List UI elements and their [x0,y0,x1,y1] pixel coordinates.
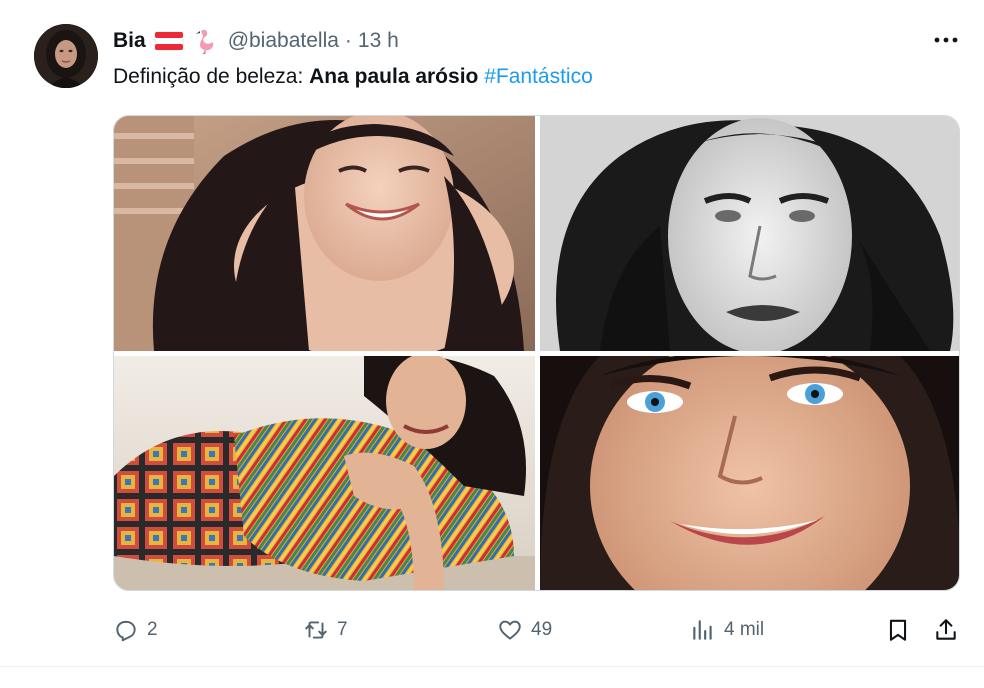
share-icon [936,619,956,640]
media-grid [113,115,960,591]
retweet-icon [305,621,327,639]
retweet-count: 7 [337,619,348,640]
avatar-photo [34,24,98,88]
tweet-text: Definição de beleza: Ana paula arósio #F… [113,62,593,92]
reply-icon [116,620,136,642]
heart-icon [499,620,521,640]
tweet-text-bold: Ana paula arósio [309,65,479,88]
media-photo-1[interactable] [114,116,535,351]
views-button[interactable]: 4 mil [690,612,764,648]
flamingo-icon [192,27,218,55]
media-photo-3[interactable] [114,356,535,590]
separator-dot: · [344,29,352,52]
reply-count: 2 [147,619,158,640]
user-handle[interactable]: @biabatella [228,29,339,53]
more-options-icon[interactable] [932,30,960,50]
display-name[interactable]: Bia [113,29,146,53]
media-photo-2[interactable] [540,116,959,351]
share-button[interactable] [933,612,959,648]
bookmark-button[interactable] [885,612,911,648]
views-chart-icon [693,620,712,640]
avatar[interactable] [34,24,98,88]
austria-flag-icon [154,30,184,52]
like-count: 49 [531,619,553,640]
tweet-header: Bia @biabatella · 13 h [113,27,399,55]
divider [0,666,984,667]
bookmark-icon [889,619,907,641]
like-button[interactable]: 49 [497,612,552,648]
retweet-button[interactable]: 7 [303,612,348,648]
tweet-timestamp[interactable]: 13 h [358,29,399,53]
tweet-text-prefix: Definição de beleza: [113,65,310,88]
media-photo-4[interactable] [540,356,959,590]
reply-button[interactable]: 2 [113,612,158,648]
views-count: 4 mil [724,619,765,640]
tweet-card[interactable]: Bia @biabatella · 13 h Definição de bele… [0,0,984,688]
tweet-actions: 2 7 49 4 mil [113,612,960,648]
hashtag-link[interactable]: #Fantástico [484,65,593,88]
